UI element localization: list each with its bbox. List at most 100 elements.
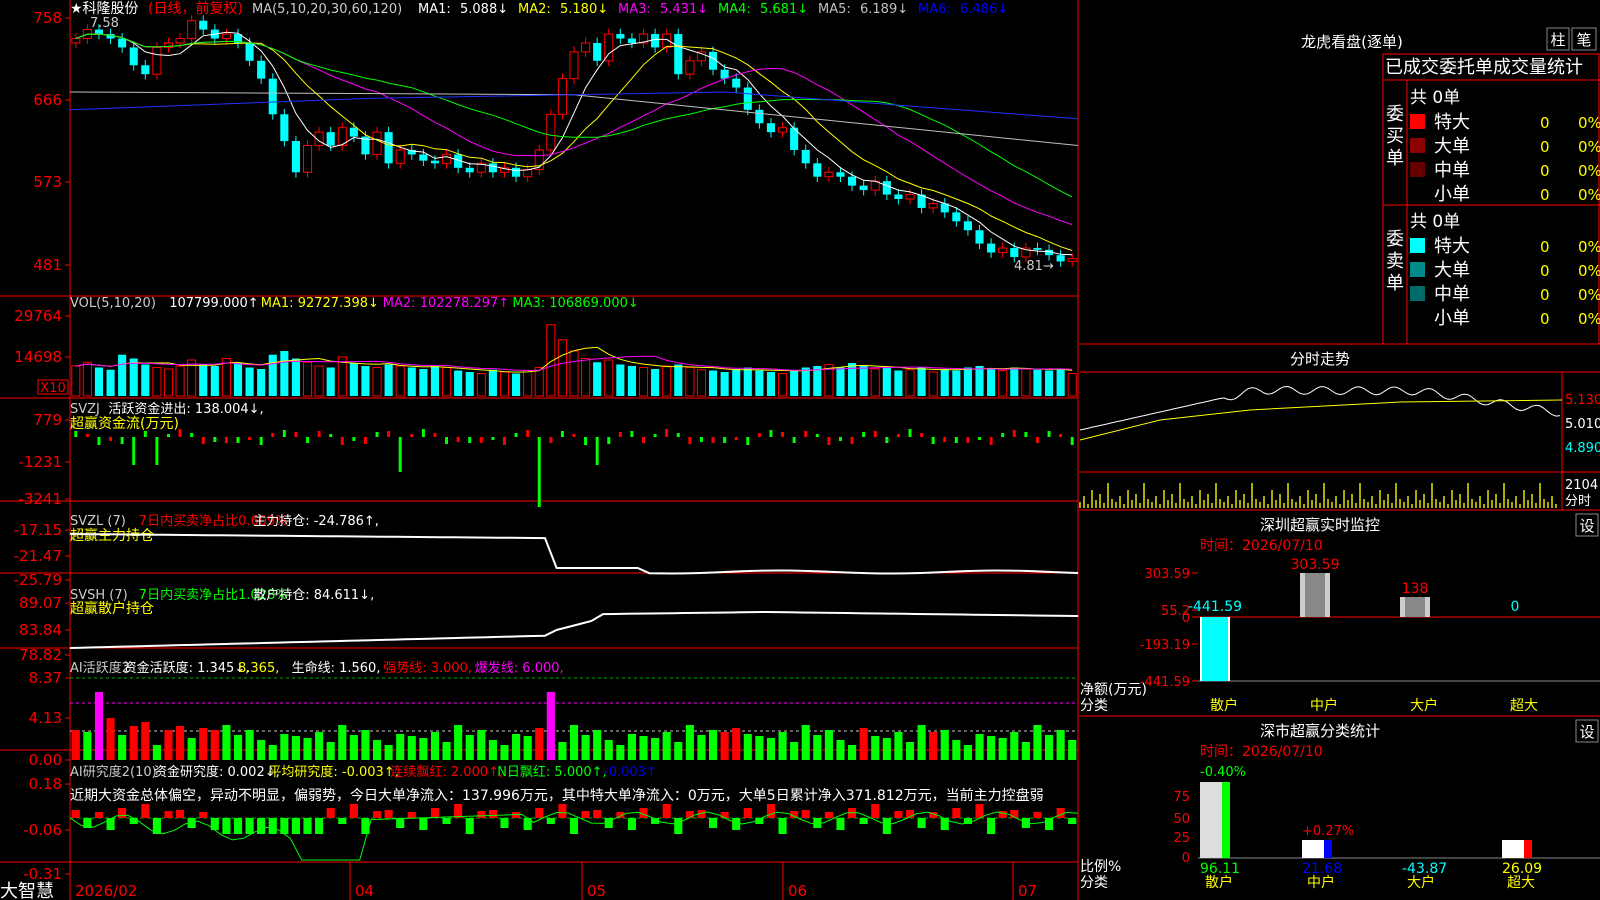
- sz-time: 时间：2026/07/10: [1200, 538, 1323, 554]
- lhb-count: 0: [1540, 238, 1550, 256]
- sz-unit: 净额(万元): [1080, 682, 1147, 698]
- volume-bar: [1033, 369, 1042, 396]
- volume-bar: [975, 366, 984, 396]
- price-tick-label: 666: [33, 91, 62, 109]
- ai2-bar: [199, 812, 208, 818]
- ai1-bar: [141, 722, 150, 760]
- sc-bottom-value: -43.87: [1402, 861, 1447, 877]
- candle: [859, 185, 868, 191]
- lhb-color-swatch: [1410, 262, 1425, 277]
- candle: [546, 113, 556, 151]
- lhb-side-label: 单: [1386, 273, 1404, 294]
- volume-bar: [928, 371, 938, 397]
- sz-value: 138: [1402, 581, 1429, 597]
- vol-tick-label: 29764: [14, 307, 62, 325]
- ai1-bar: [987, 736, 996, 760]
- ai1-bar: [882, 738, 891, 760]
- candle: [928, 202, 938, 209]
- ai1-bar: [639, 736, 648, 760]
- volume-bar: [233, 363, 243, 396]
- ai2-bar: [465, 818, 474, 834]
- volume-bar: [755, 370, 764, 396]
- lhb-count: 0: [1540, 186, 1550, 204]
- volume-bar: [557, 339, 567, 397]
- ai2-bar: [303, 818, 312, 834]
- sz-value: 0: [1511, 599, 1520, 615]
- lhb-color-swatch: [1410, 238, 1425, 253]
- ai2-bar: [523, 818, 532, 830]
- sz-bar-shade: [1202, 617, 1228, 682]
- lhb-color-swatch: [1410, 286, 1425, 301]
- svzj-tick-label: -3241: [18, 490, 62, 508]
- candle: [1056, 255, 1065, 262]
- candle: [1010, 248, 1019, 257]
- ai2-bar: [998, 811, 1007, 818]
- volume-bar: [245, 367, 254, 396]
- svsh-sub: 超赢散户持仓: [70, 600, 154, 617]
- candle: [349, 127, 358, 137]
- candle: [1033, 248, 1042, 250]
- ai1-bar: [1010, 732, 1019, 760]
- chart-canvas: 758 666 573 481 ★科隆股份 (日线，前复权) MA(5,10,20,30,6…: [0, 0, 1600, 900]
- svsh-tick-label: 78.82: [19, 646, 62, 664]
- volume-bar: [952, 370, 961, 396]
- ai2-tick-label: -0.06: [23, 821, 62, 839]
- vol-head-2: MA1: 92727.398↓: [261, 296, 379, 311]
- candle: [141, 65, 150, 75]
- date-label: 06: [788, 882, 807, 900]
- svzl-tick-label: -21.47: [14, 547, 62, 565]
- volume-bar: [302, 361, 313, 397]
- ai1-bar: [257, 740, 266, 760]
- ai1-bar: [975, 734, 984, 760]
- lhb-count: 0: [1540, 162, 1550, 180]
- bar-mode-label: 柱: [1550, 31, 1565, 49]
- svzj-tick-label: 779: [33, 411, 62, 429]
- candle: [94, 29, 104, 35]
- candle: [882, 181, 891, 195]
- ai1-bar: [83, 732, 92, 760]
- ai1-bar: [859, 728, 868, 760]
- sc-bottom-value: 26.09: [1502, 861, 1542, 877]
- ai1-bar: [662, 732, 671, 760]
- ai2-bar: [871, 804, 880, 818]
- sc-bar-edge: [1324, 840, 1332, 858]
- volume-bar: [720, 372, 729, 396]
- ai1-bar: [708, 730, 718, 760]
- ai2-bar: [419, 818, 428, 830]
- svzl-head-2: 主力持仓: -24.786↑,: [253, 514, 379, 529]
- candle: [384, 132, 393, 164]
- sz-cat: 大户: [1410, 697, 1438, 714]
- candle: [998, 247, 1008, 254]
- sc-tick: 0: [1182, 851, 1190, 866]
- ai1-head-4: 强势线: 3.000,: [383, 660, 472, 676]
- volume-bar: [118, 354, 127, 396]
- ai2-bar: [987, 818, 996, 834]
- candle: [557, 78, 567, 115]
- lhb-side-label: 委: [1386, 229, 1404, 250]
- ai2-bar: [975, 804, 984, 818]
- vol-head-3: MA2: 102278.297↑: [383, 296, 509, 311]
- volume-bar: [106, 369, 115, 396]
- sc-top-value: -0.40%: [1200, 765, 1246, 780]
- svsh-tick-label: 83.84: [19, 621, 62, 639]
- ai1-bar: [917, 725, 926, 760]
- ai1-bar: [94, 692, 104, 760]
- ai2-bar: [627, 818, 636, 830]
- ai2-head-0: AI研究度2(10): [70, 764, 157, 780]
- svzl-tick-label: -17.15: [14, 521, 62, 539]
- ai2-bar: [326, 808, 335, 818]
- ai2-summary: 近期大资金总体偏空，异动不明显，偏弱势，今日大单净流入：137.996万元，其中…: [70, 787, 1044, 804]
- volume-bar: [523, 370, 533, 397]
- volume-bar: [894, 370, 903, 396]
- ai2-bar: [94, 812, 104, 818]
- ai2-bar: [685, 811, 694, 818]
- ai2-bar: [315, 818, 324, 834]
- ai2-bar: [338, 818, 347, 824]
- candle: [395, 149, 405, 164]
- ai1-bar: [326, 742, 335, 760]
- lhb-side-label: 委: [1386, 104, 1404, 125]
- candle: [245, 42, 254, 61]
- vol-head-4: MA3: 106869.000↓: [512, 296, 638, 311]
- ai1-bar: [176, 726, 185, 760]
- candle: [372, 131, 382, 155]
